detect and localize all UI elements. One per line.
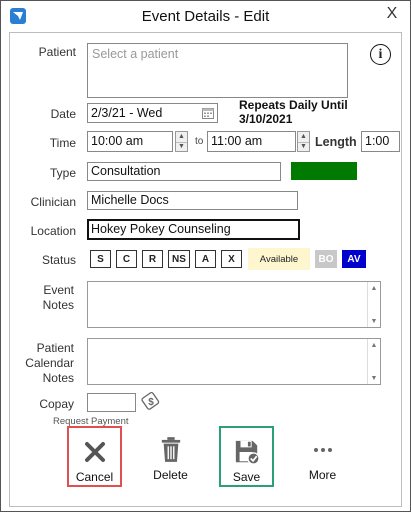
event-notes-scrollbar[interactable]: ▲ ▼ <box>367 282 380 327</box>
close-icon: X <box>386 4 398 22</box>
calendar-notes-scrollbar[interactable]: ▲ ▼ <box>367 339 380 384</box>
length-input[interactable]: 1:00 <box>361 131 400 152</box>
location-select[interactable]: Hokey Pokey Counseling <box>87 219 300 240</box>
status-x-button[interactable]: X <box>221 250 242 268</box>
date-label: Date <box>50 107 76 121</box>
copay-label: Copay <box>39 397 74 411</box>
title-bar: Event Details - Edit X <box>1 1 410 31</box>
clinician-select[interactable]: Michelle Docs <box>87 191 298 210</box>
repeats-line-1: Repeats Daily Until <box>239 98 348 112</box>
length-value: 1:00 <box>365 134 390 148</box>
event-details-window: Event Details - Edit X Patient Select a … <box>0 0 411 512</box>
spin-down-icon[interactable]: ▼ <box>176 141 187 152</box>
status-a-button[interactable]: A <box>195 250 216 268</box>
event-notes-textarea[interactable]: ▲ ▼ <box>87 281 381 328</box>
scroll-up-icon[interactable]: ▲ <box>368 282 380 294</box>
repeats-line-2: 3/10/2021 <box>239 112 293 126</box>
patient-placeholder: Select a patient <box>92 47 179 61</box>
clinician-label: Clinician <box>30 195 76 209</box>
bo-button[interactable]: BO <box>315 250 337 268</box>
spin-up-icon[interactable]: ▲ <box>298 132 309 142</box>
scroll-up-icon[interactable]: ▲ <box>368 339 380 351</box>
availability-badge: Available <box>248 248 310 270</box>
scroll-down-icon[interactable]: ▼ <box>368 315 380 327</box>
end-time-value: 11:00 am <box>211 134 263 148</box>
trash-icon <box>161 437 180 462</box>
start-time-spinner[interactable]: ▲ ▼ <box>175 131 188 152</box>
clinician-value: Michelle Docs <box>91 193 169 207</box>
status-label: Status <box>41 253 76 267</box>
save-disk-icon <box>235 440 260 465</box>
repeats-text: Repeats Daily Until 3/10/2021 <box>239 98 348 126</box>
calendar-notes-textarea[interactable]: ▲ ▼ <box>87 338 381 385</box>
cancel-label: Cancel <box>75 470 114 484</box>
event-notes-label-line: Notes <box>42 298 74 312</box>
calendar-icon[interactable] <box>202 107 214 119</box>
type-value: Consultation <box>91 164 161 178</box>
status-c-button[interactable]: C <box>116 250 137 268</box>
calendar-notes-label-line: Calendar <box>25 356 74 370</box>
start-time-input[interactable]: 10:00 am <box>87 131 173 152</box>
end-time-input[interactable]: 11:00 am <box>207 131 296 152</box>
start-time-value: 10:00 am <box>91 134 144 148</box>
date-value: 2/3/21 - Wed <box>91 106 163 120</box>
status-r-button[interactable]: R <box>142 250 163 268</box>
info-icon: i <box>378 46 383 62</box>
length-label: Length <box>315 135 357 149</box>
event-notes-label: Event Notes <box>10 283 74 313</box>
status-s-button[interactable]: S <box>90 250 111 268</box>
cancel-x-icon <box>84 442 105 462</box>
calendar-notes-label: Patient Calendar Notes <box>10 341 74 386</box>
type-select[interactable]: Consultation <box>87 162 281 181</box>
window-title: Event Details - Edit <box>141 8 270 25</box>
location-value: Hokey Pokey Counseling <box>91 222 231 236</box>
save-button[interactable]: Save <box>219 426 274 487</box>
copay-input[interactable] <box>87 393 136 412</box>
time-to-label: to <box>195 136 204 147</box>
event-notes-label-line: Event <box>43 283 74 297</box>
more-label: More <box>308 468 337 482</box>
spin-down-icon[interactable]: ▼ <box>298 141 309 152</box>
close-button[interactable]: X <box>374 1 410 26</box>
status-ns-button[interactable]: NS <box>168 250 190 268</box>
location-label: Location <box>30 224 76 238</box>
calendar-notes-label-line: Notes <box>42 371 74 385</box>
end-time-spinner[interactable]: ▲ ▼ <box>297 131 310 152</box>
time-label: Time <box>49 136 76 150</box>
info-button[interactable]: i <box>370 44 391 65</box>
patient-label: Patient <box>38 45 76 59</box>
patient-input[interactable]: Select a patient <box>87 43 348 98</box>
scroll-down-icon[interactable]: ▼ <box>368 372 380 384</box>
delete-label: Delete <box>153 468 188 482</box>
more-button[interactable]: More <box>295 426 350 487</box>
av-button[interactable]: AV <box>342 250 366 268</box>
calendar-notes-label-line: Patient <box>36 341 74 355</box>
date-input[interactable]: 2/3/21 - Wed <box>87 103 218 123</box>
request-payment-icon[interactable]: $ <box>141 391 161 411</box>
type-color-swatch <box>291 162 357 180</box>
type-label: Type <box>49 166 76 180</box>
svg-text:$: $ <box>148 397 154 408</box>
more-dots-icon <box>313 448 332 452</box>
cancel-button[interactable]: Cancel <box>67 426 122 487</box>
spin-up-icon[interactable]: ▲ <box>176 132 187 142</box>
form-panel: Patient Select a patient i Date 2/3/21 -… <box>9 32 402 507</box>
save-label: Save <box>232 470 261 484</box>
delete-button[interactable]: Delete <box>143 426 198 487</box>
